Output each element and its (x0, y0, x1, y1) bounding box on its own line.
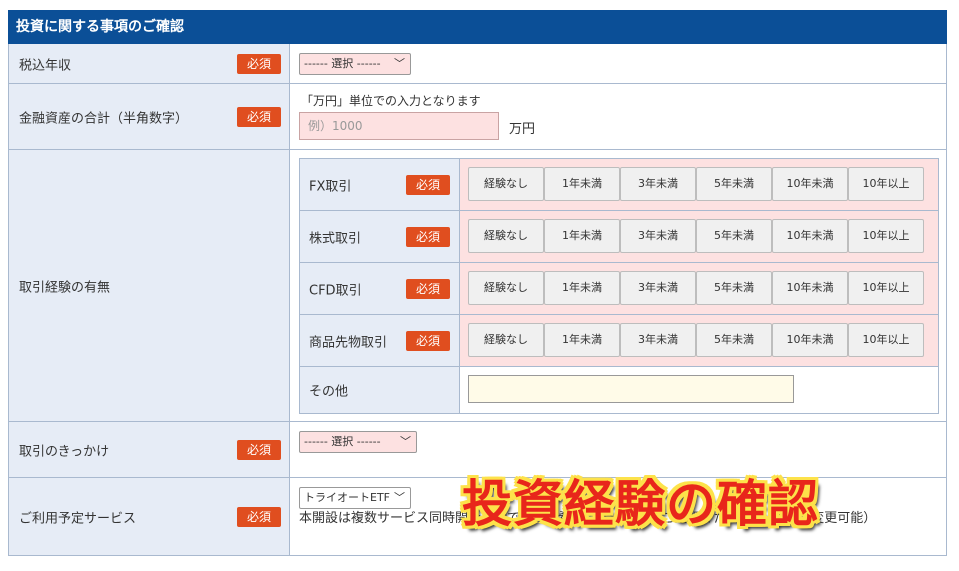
stock-option-lt5[interactable]: 5年未満 (696, 219, 772, 253)
other-row: その他 (300, 367, 938, 413)
stock-option-lt10[interactable]: 10年未満 (772, 219, 848, 253)
fx-option-lt5[interactable]: 5年未満 (696, 167, 772, 201)
cfd-option-lt10[interactable]: 10年未満 (772, 271, 848, 305)
stock-option-lt1[interactable]: 1年未満 (544, 219, 620, 253)
service-label-cell: ご利用予定サービス 必須 (9, 478, 290, 555)
fx-option-lt3[interactable]: 3年未満 (620, 167, 696, 201)
section-header: 投資に関する事項のご確認 (8, 10, 947, 44)
chevron-down-icon: ﹀ (394, 57, 405, 70)
commodity-option-10plus[interactable]: 10年以上 (848, 323, 924, 357)
assets-label: 金融資産の合計（半角数字） (19, 111, 189, 126)
cfd-option-lt3[interactable]: 3年未満 (620, 271, 696, 305)
service-label: ご利用予定サービス (19, 511, 137, 526)
fx-label-cell: FX取引 必須 (300, 159, 460, 210)
fx-option-10plus[interactable]: 10年以上 (848, 167, 924, 201)
commodity-label: 商品先物取引 (309, 335, 388, 350)
fx-option-none[interactable]: 経験なし (468, 167, 544, 201)
trigger-select-value: ------ 選択 ------ (304, 435, 381, 448)
assets-row: 金融資産の合計（半角数字） 必須 「万円」単位での入力となります 例）1000 … (8, 84, 947, 150)
other-input[interactable] (468, 375, 794, 403)
cfd-label: CFD取引 (309, 283, 362, 298)
commodity-label-cell: 商品先物取引 必須 (300, 315, 460, 366)
commodity-option-none[interactable]: 経験なし (468, 323, 544, 357)
assets-label-cell: 金融資産の合計（半角数字） 必須 (9, 84, 290, 149)
experience-label: 取引経験の有無 (19, 280, 111, 295)
trigger-label-cell: 取引のきっかけ 必須 (9, 422, 290, 477)
assets-unit-note: 「万円」単位での入力となります (301, 94, 481, 108)
stock-option-none[interactable]: 経験なし (468, 219, 544, 253)
required-badge: 必須 (406, 226, 450, 247)
income-label: 税込年収 (19, 58, 72, 73)
income-label-cell: 税込年収 必須 (9, 44, 290, 83)
service-select-value: トライオートETF (304, 491, 390, 504)
cfd-label-cell: CFD取引 必須 (300, 263, 460, 314)
chevron-down-icon: ﹀ (394, 491, 405, 504)
experience-row: 取引経験の有無 FX取引 必須 経験なし 1年未満 3年未満 5年未満 10年未… (8, 150, 947, 422)
stock-options: 経験なし 1年未満 3年未満 5年未満 10年未満 10年以上 (460, 211, 938, 262)
trigger-label: 取引のきっかけ (19, 444, 110, 459)
other-value-cell (460, 367, 938, 413)
required-badge: 必須 (406, 174, 450, 195)
fx-option-lt10[interactable]: 10年未満 (772, 167, 848, 201)
cfd-option-lt5[interactable]: 5年未満 (696, 271, 772, 305)
stock-label: 株式取引 (309, 231, 362, 246)
stock-row: 株式取引 必須 経験なし 1年未満 3年未満 5年未満 10年未満 10年以上 (300, 211, 938, 263)
commodity-option-lt10[interactable]: 10年未満 (772, 323, 848, 357)
fx-options: 経験なし 1年未満 3年未満 5年未満 10年未満 10年以上 (460, 159, 938, 210)
required-badge: 必須 (237, 53, 281, 74)
trigger-select[interactable]: ------ 選択 ------ ﹀ (299, 431, 417, 453)
income-select[interactable]: ------ 選択 ------ ﹀ (299, 53, 411, 75)
other-label: その他 (309, 384, 349, 400)
fx-label: FX取引 (309, 179, 352, 194)
commodity-option-lt3[interactable]: 3年未満 (620, 323, 696, 357)
fx-option-lt1[interactable]: 1年未満 (544, 167, 620, 201)
cfd-option-none[interactable]: 経験なし (468, 271, 544, 305)
chevron-down-icon: ﹀ (400, 435, 411, 448)
assets-unit: 万円 (509, 122, 536, 137)
cfd-option-10plus[interactable]: 10年以上 (848, 271, 924, 305)
income-select-value: ------ 選択 ------ (304, 57, 381, 70)
other-label-cell: その他 (300, 367, 460, 413)
experience-label-cell: 取引経験の有無 (9, 150, 290, 421)
income-row: 税込年収 必須 ------ 選択 ------ ﹀ (8, 44, 947, 84)
commodity-options: 経験なし 1年未満 3年未満 5年未満 10年未満 10年以上 (460, 315, 938, 366)
stock-option-10plus[interactable]: 10年以上 (848, 219, 924, 253)
assets-placeholder: 例）1000 (308, 119, 363, 133)
required-badge: 必須 (237, 506, 281, 527)
required-badge: 必須 (406, 330, 450, 351)
section-title: 投資に関する事項のご確認 (16, 19, 184, 35)
stock-label-cell: 株式取引 必須 (300, 211, 460, 262)
commodity-option-lt5[interactable]: 5年未満 (696, 323, 772, 357)
assets-input[interactable]: 例）1000 (299, 112, 499, 140)
stock-option-lt3[interactable]: 3年未満 (620, 219, 696, 253)
cfd-option-lt1[interactable]: 1年未満 (544, 271, 620, 305)
cfd-options: 経験なし 1年未満 3年未満 5年未満 10年未満 10年以上 (460, 263, 938, 314)
overlay-caption: 投資経験の確認 (462, 475, 819, 533)
experience-table: FX取引 必須 経験なし 1年未満 3年未満 5年未満 10年未満 10年以上 … (299, 158, 939, 414)
required-badge: 必須 (237, 106, 281, 127)
commodity-option-lt1[interactable]: 1年未満 (544, 323, 620, 357)
required-badge: 必須 (406, 278, 450, 299)
commodity-row: 商品先物取引 必須 経験なし 1年未満 3年未満 5年未満 10年未満 10年以… (300, 315, 938, 367)
cfd-row: CFD取引 必須 経験なし 1年未満 3年未満 5年未満 10年未満 10年以上 (300, 263, 938, 315)
required-badge: 必須 (237, 439, 281, 460)
fx-row: FX取引 必須 経験なし 1年未満 3年未満 5年未満 10年未満 10年以上 (300, 159, 938, 211)
service-select[interactable]: トライオートETF ﹀ (299, 487, 411, 509)
